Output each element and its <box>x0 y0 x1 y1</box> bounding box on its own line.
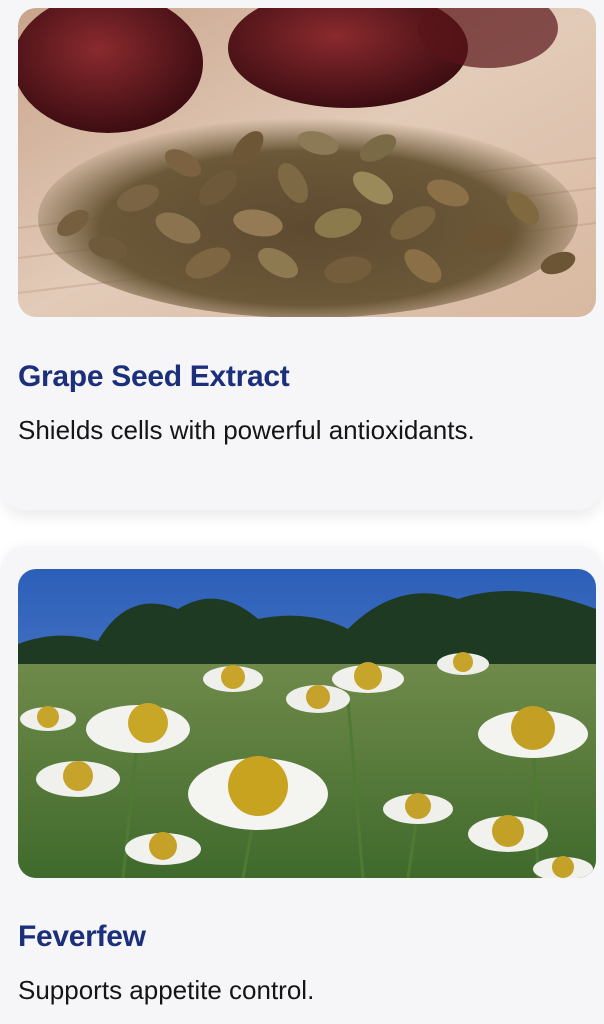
grape-seeds-photo <box>18 8 596 317</box>
ingredient-title: Grape Seed Extract <box>18 360 290 393</box>
ingredient-description: Shields cells with powerful antioxidants… <box>18 415 475 445</box>
ingredient-description: Supports appetite control. <box>18 975 315 1005</box>
ingredient-title: Feverfew <box>18 920 146 953</box>
feverfew-flowers-photo <box>18 569 596 878</box>
ingredient-card-feverfew: Feverfew Supports appetite control. <box>0 546 604 1024</box>
ingredient-list: Grape Seed Extract Shields cells with po… <box>0 0 604 1024</box>
ingredient-card-grape-seed: Grape Seed Extract Shields cells with po… <box>0 0 604 510</box>
